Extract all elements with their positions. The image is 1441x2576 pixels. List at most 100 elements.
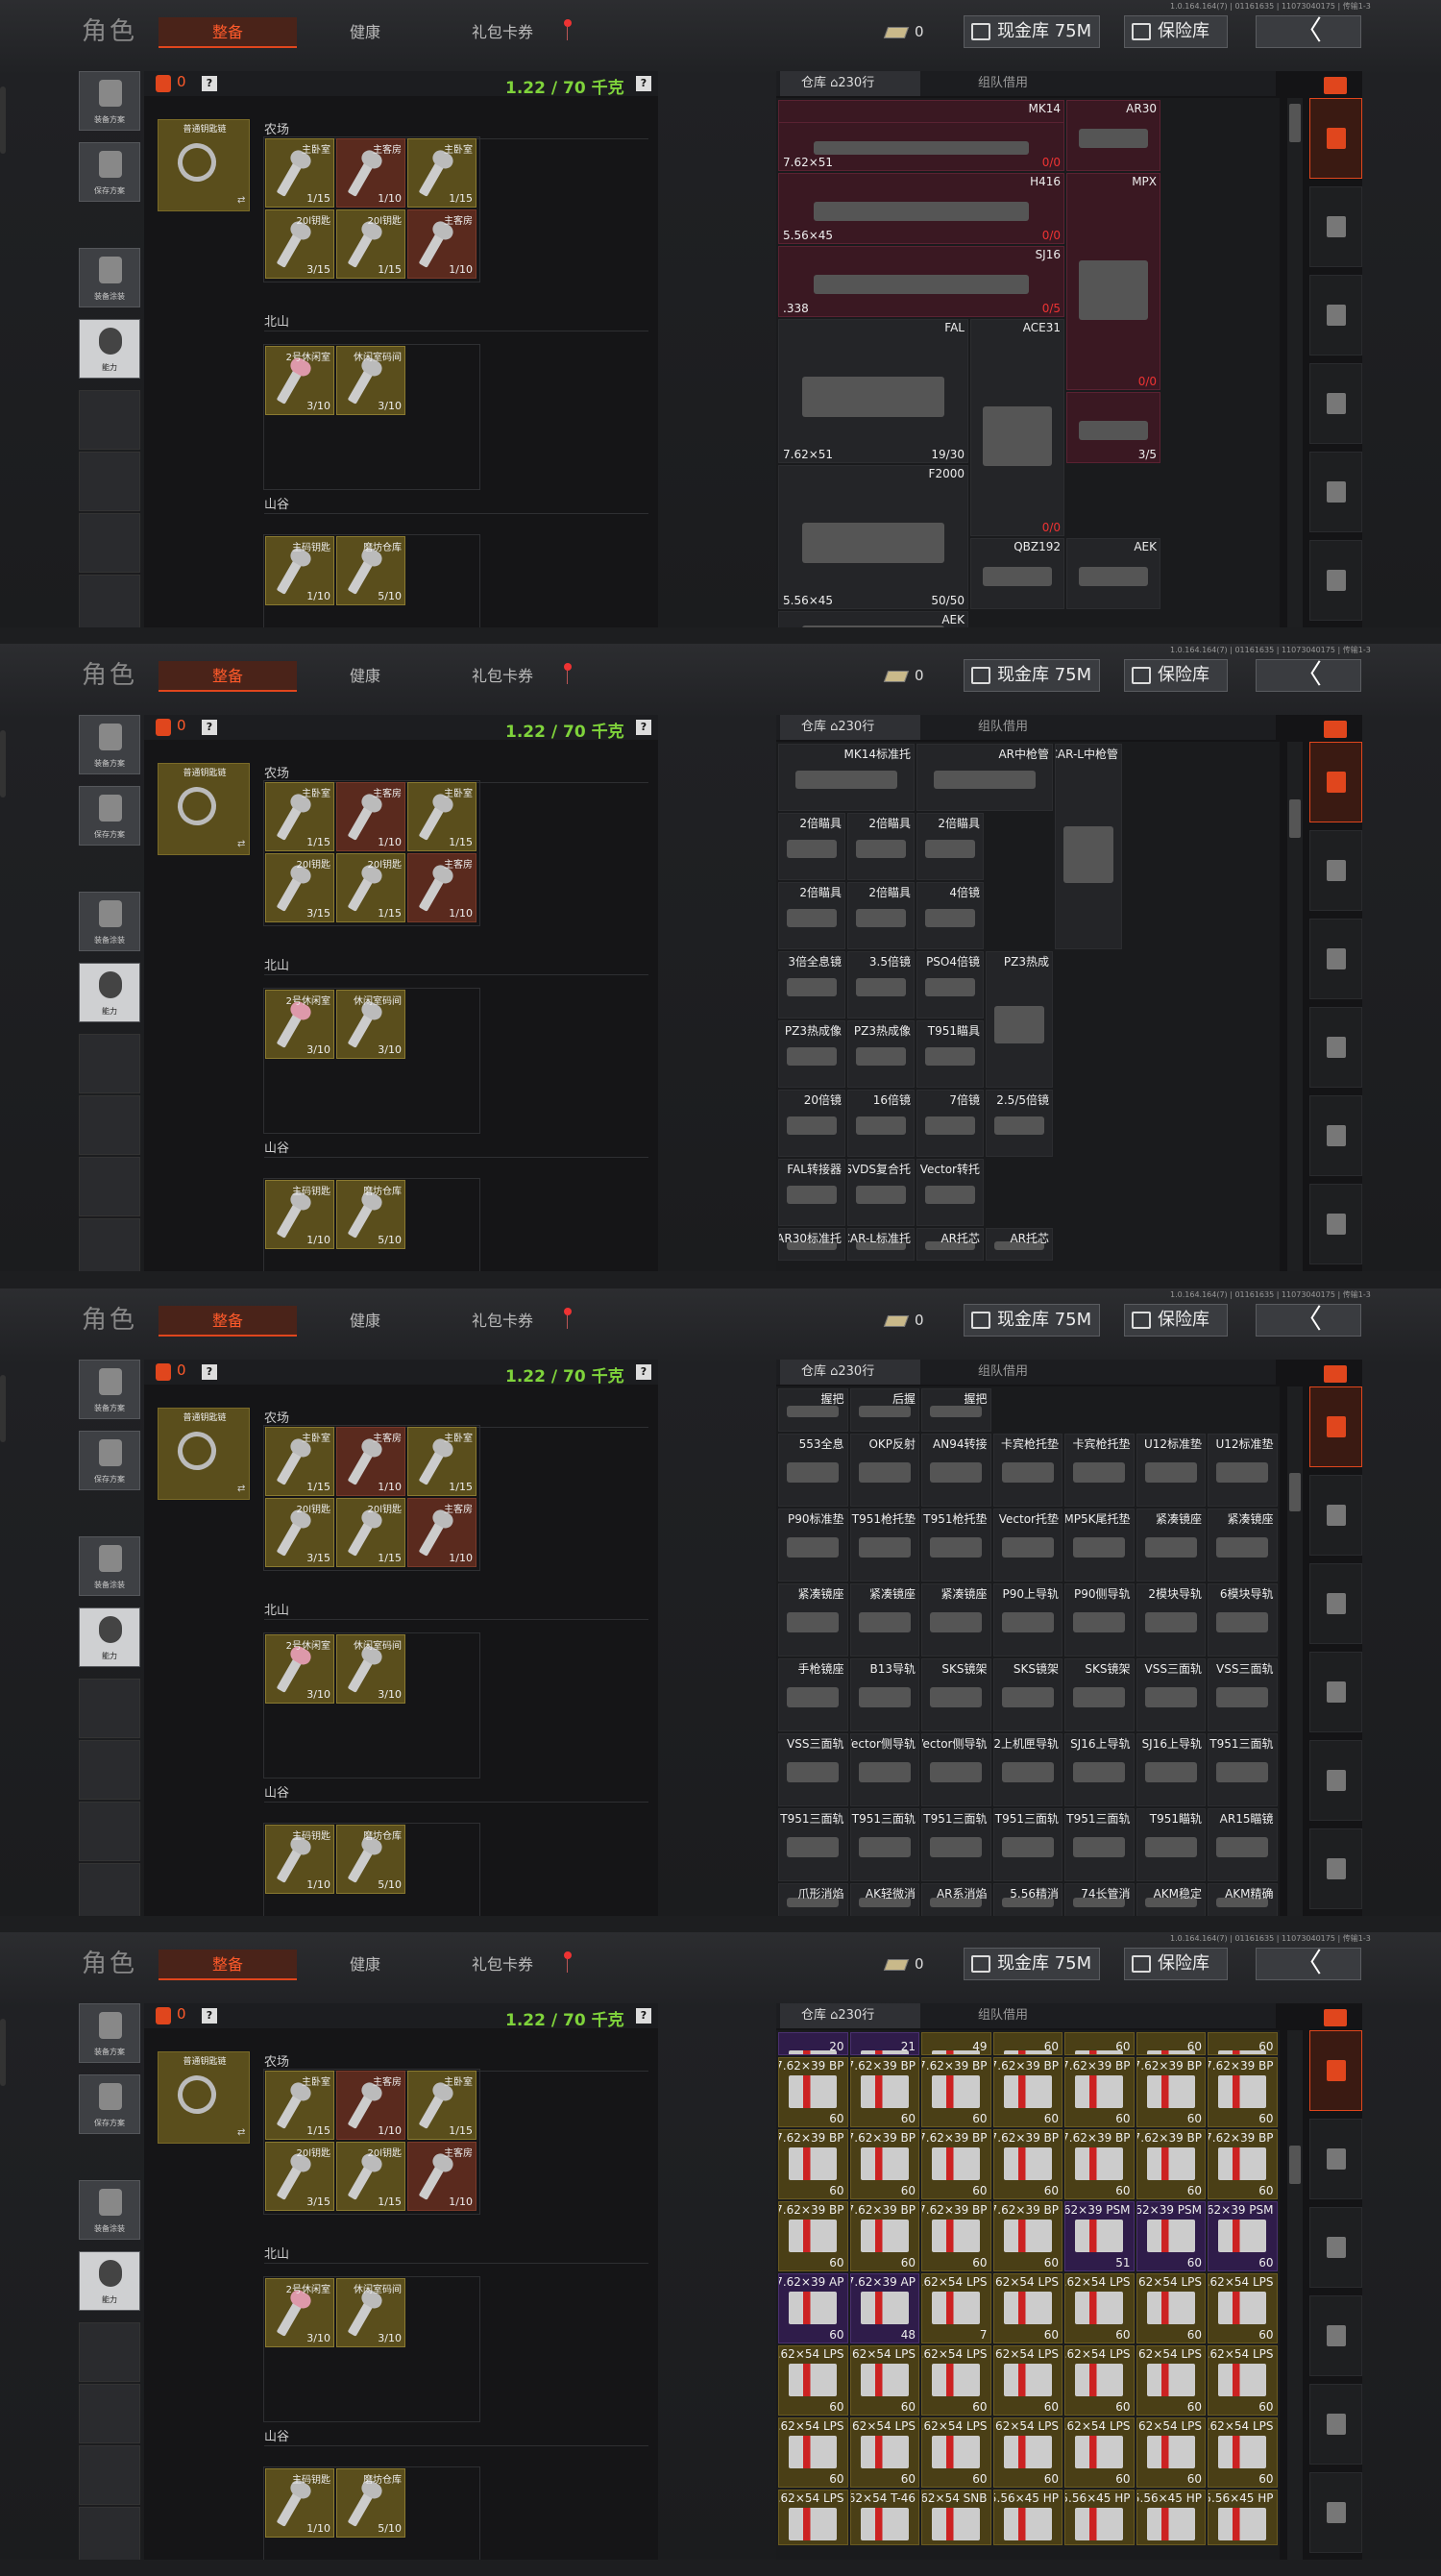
category-tab[interactable] (1309, 1386, 1362, 1467)
stash-item[interactable]: 2倍瞄具 (847, 813, 915, 880)
stash-item[interactable]: 7倍镜 (916, 1090, 984, 1157)
category-tab[interactable] (1309, 540, 1362, 621)
stash-item[interactable]: AK轻微消 (849, 1882, 919, 1916)
stash-item[interactable]: 7.62×51 0/0 (778, 121, 1064, 171)
layers-icon[interactable] (1324, 721, 1347, 738)
key-item[interactable]: 2号休闲室 3/10 (265, 1634, 334, 1704)
stash-item[interactable]: 7.62×39 BP 60 (921, 2201, 991, 2272)
key-item[interactable]: 20l钥匙 1/15 (336, 1498, 405, 1567)
stash-item[interactable]: P90上导轨 (992, 1582, 1062, 1656)
stash-item[interactable]: 60 (1136, 2032, 1206, 2056)
safe-box-button[interactable]: 保险库 (1124, 1948, 1228, 1980)
stash-item[interactable]: 卡宾枪托垫 (992, 1433, 1062, 1507)
stash-item[interactable]: T951枪托垫 (849, 1508, 919, 1582)
stash-item[interactable]: PSO4倍镜 (916, 951, 984, 1018)
stash-scrollbar[interactable] (1287, 1386, 1303, 1916)
stash-item[interactable]: 5.56精消 (992, 1882, 1062, 1916)
help-icon[interactable]: ? (636, 2008, 651, 2024)
stash-item[interactable]: 553全息 (778, 1433, 848, 1507)
key-item[interactable]: 20l钥匙 1/15 (336, 2142, 405, 2211)
stash-item[interactable]: SKS镜架 (921, 1657, 991, 1731)
stash-item[interactable]: T951三面轨 (849, 1807, 919, 1881)
key-item[interactable]: 休闲室码间 3/10 (336, 2278, 405, 2347)
key-item[interactable]: 主卧室 1/15 (407, 782, 476, 851)
stash-item[interactable]: AR系消焰 (921, 1882, 991, 1916)
gear-skin-button[interactable]: 装备涂装 (79, 1536, 140, 1596)
stash-item[interactable]: 2模块导轨 (1136, 1582, 1206, 1656)
key-item[interactable]: 主码钥匙 1/10 (265, 2468, 334, 2538)
empty-slot[interactable] (79, 575, 140, 627)
key-item[interactable]: 主客房 1/10 (407, 853, 476, 922)
tab-team-borrow[interactable]: 组队借用 (957, 71, 1028, 96)
stash-scrollbar[interactable] (1287, 742, 1303, 1271)
stash-item[interactable]: 7.62×54 LPS 60 (921, 2417, 991, 2489)
stash-item[interactable]: T951瞄具 (916, 1020, 984, 1088)
empty-slot[interactable] (79, 1740, 140, 1800)
tab-team-borrow[interactable]: 组队借用 (957, 715, 1028, 740)
tab-stash[interactable]: 仓库 ⌂230行 (780, 71, 920, 96)
key-item[interactable]: 2号休闲室 3/10 (265, 990, 334, 1059)
category-tab[interactable] (1309, 2119, 1362, 2199)
stash-item[interactable]: T951三面轨 (921, 1807, 991, 1881)
stash-item[interactable]: 7.62×54 LPS 60 (1208, 2417, 1278, 2489)
empty-slot[interactable] (79, 390, 140, 450)
key-item[interactable]: 主卧室 1/15 (265, 1427, 334, 1496)
layers-icon[interactable] (1324, 2009, 1347, 2026)
save-plan-button[interactable]: 保存方案 (79, 2074, 140, 2134)
ability-button[interactable]: 能力 (79, 1607, 140, 1667)
stash-item[interactable]: 7.62×54 LPS 60 (1208, 2273, 1278, 2344)
key-item[interactable]: 主码钥匙 1/10 (265, 1180, 334, 1249)
stash-item[interactable]: VSS三面轨 (1136, 1657, 1206, 1731)
stash-item[interactable]: 7.62×54 LPS 60 (849, 2417, 919, 2489)
empty-slot[interactable] (79, 1157, 140, 1216)
save-plan-button[interactable]: 保存方案 (79, 786, 140, 846)
stash-item[interactable]: P90标准垫 (778, 1508, 848, 1582)
tab-team-borrow[interactable]: 组队借用 (957, 2003, 1028, 2028)
stash-item[interactable]: T951三面轨 (778, 1807, 848, 1881)
key-item[interactable]: 休闲室码间 3/10 (336, 1634, 405, 1704)
stash-item[interactable]: 紧凑镜座 (921, 1582, 991, 1656)
stash-item[interactable]: 2倍瞄具 (778, 882, 845, 949)
stash-item[interactable]: 7.62×54 LPS 60 (778, 2417, 848, 2489)
stash-item[interactable]: PZ3热成 (986, 951, 1053, 1088)
stash-item[interactable]: 6模块导轨 (1208, 1582, 1278, 1656)
stash-item[interactable]: MP5K尾托垫 (1064, 1508, 1135, 1582)
category-tab[interactable] (1309, 452, 1362, 532)
ability-button[interactable]: 能力 (79, 319, 140, 379)
stash-item[interactable]: 7.62×39 BP 60 (992, 2201, 1062, 2272)
stash-item[interactable]: 紧凑镜座 (778, 1582, 848, 1656)
keychain-item[interactable]: 普通钥匙链 ⇄ (158, 1408, 250, 1500)
key-item[interactable]: 20l钥匙 3/15 (265, 209, 334, 279)
stash-item[interactable]: T951三面轨 (1064, 1807, 1135, 1881)
stash-item[interactable]: 74长管消 (1064, 1882, 1135, 1916)
stash-item[interactable]: 5.56×45 HP (992, 2490, 1062, 2546)
stash-item[interactable]: 握把 (778, 1388, 848, 1432)
stash-item[interactable]: 紧凑镜座 (849, 1582, 919, 1656)
category-tab[interactable] (1309, 1563, 1362, 1644)
stash-item[interactable]: 7.62×39 BP 60 (1136, 2129, 1206, 2200)
empty-slot[interactable] (79, 1863, 140, 1916)
tab-gift-cards[interactable]: 礼包卡券 (459, 1306, 546, 1337)
stash-item[interactable]: 后握 (849, 1388, 919, 1432)
stash-item[interactable]: 7.62×39 AP 48 (849, 2273, 919, 2344)
empty-slot[interactable] (79, 1802, 140, 1861)
save-plan-button[interactable]: 保存方案 (79, 142, 140, 202)
scroll-thumb[interactable] (1289, 104, 1301, 142)
stash-item[interactable]: Vector托垫 (992, 1508, 1062, 1582)
stash-item[interactable]: PZ3热成像 (778, 1020, 845, 1088)
loadout-plan-button[interactable]: 装备方案 (79, 1360, 140, 1419)
stash-item[interactable]: T951三面轨 (1208, 1732, 1278, 1806)
category-tab[interactable] (1309, 1184, 1362, 1264)
stash-item[interactable]: 7.62×54 LPS 7 (921, 2273, 991, 2344)
stash-item[interactable]: AR托芯 (916, 1228, 984, 1261)
stash-item[interactable]: 4倍镜 (916, 882, 984, 949)
stash-item[interactable]: ACE31 0/0 (970, 319, 1064, 536)
stash-item[interactable]: FAL转接器 (778, 1159, 845, 1226)
stash-item[interactable]: 5.56×45 HP (1136, 2490, 1206, 2546)
help-icon[interactable]: ? (636, 76, 651, 91)
empty-slot[interactable] (79, 2507, 140, 2560)
safe-box-button[interactable]: 保险库 (1124, 15, 1228, 48)
stash-item[interactable]: MK14标准托 (778, 744, 915, 811)
key-item[interactable]: 主客房 1/10 (407, 2142, 476, 2211)
layers-icon[interactable] (1324, 77, 1347, 94)
